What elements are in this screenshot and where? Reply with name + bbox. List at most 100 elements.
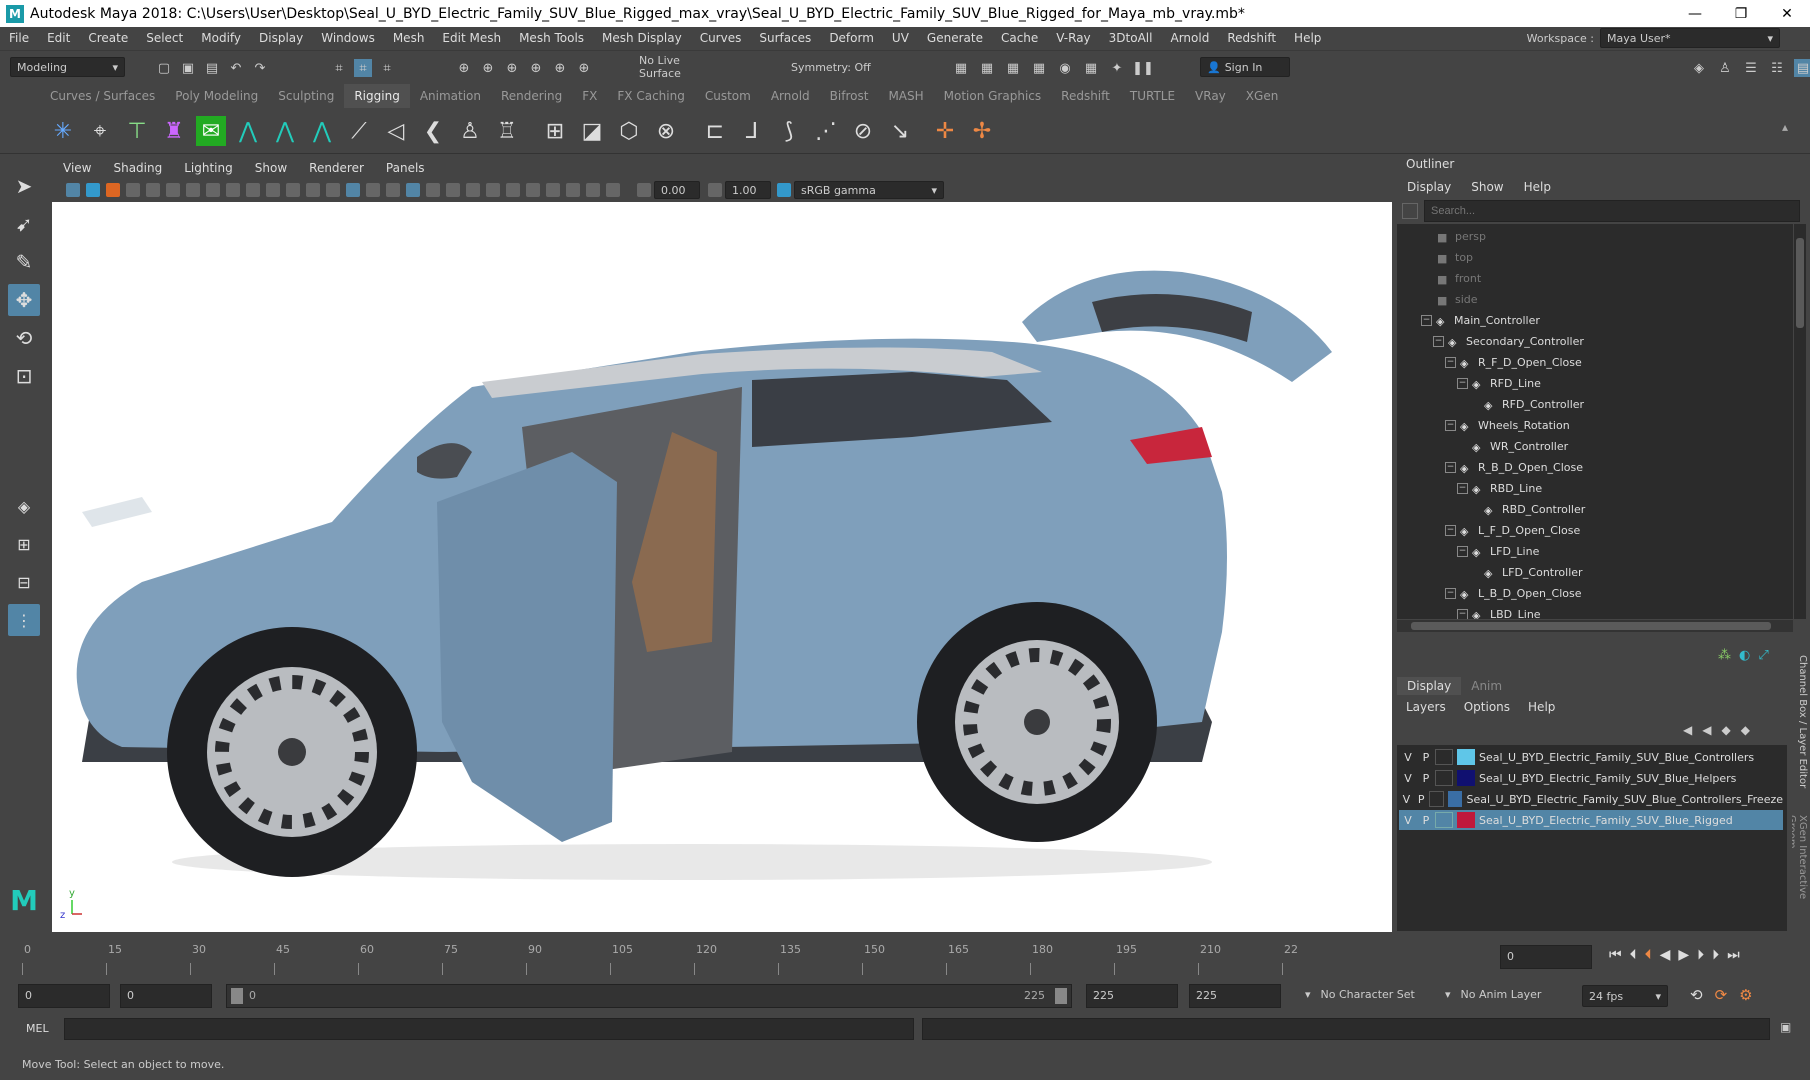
- create-joint-icon[interactable]: ✳: [48, 116, 78, 146]
- outliner-menu-display[interactable]: Display: [1397, 180, 1461, 194]
- image-plane-icon[interactable]: [126, 183, 140, 197]
- ik-handle-icon[interactable]: ⊤: [122, 116, 152, 146]
- menu-edit[interactable]: Edit: [38, 31, 79, 45]
- pin-icon[interactable]: ⤢: [1758, 648, 1768, 663]
- render-setup-icon[interactable]: ▦: [1082, 59, 1100, 77]
- sign-in-button[interactable]: 👤 Sign In: [1200, 57, 1290, 77]
- shelf-tab-fx-caching[interactable]: FX Caching: [607, 89, 694, 103]
- insert-joint-icon[interactable]: ⌖: [85, 116, 115, 146]
- shelf-tab-sculpting[interactable]: Sculpting: [268, 89, 344, 103]
- select-tool-icon[interactable]: ➤: [8, 170, 40, 202]
- outliner-item-rfd-line[interactable]: − ◈ RFD_Line: [1457, 373, 1541, 393]
- select-component-icon[interactable]: ⌗: [378, 59, 396, 77]
- play-backwards-icon[interactable]: ◀: [1660, 947, 1671, 963]
- outliner-item-r-f-d-open-close[interactable]: − ◈ R_F_D_Open_Close: [1445, 352, 1582, 372]
- playback-start-field[interactable]: 0: [120, 984, 212, 1008]
- menu-help[interactable]: Help: [1285, 31, 1330, 45]
- move-layer-up-icon[interactable]: ◀: [1683, 723, 1692, 737]
- new-empty-layer-icon[interactable]: ◆: [1721, 723, 1730, 737]
- playback-end-field[interactable]: 225: [1086, 984, 1178, 1008]
- shelf-tab-curves-surfaces[interactable]: Curves / Surfaces: [40, 89, 165, 103]
- shelf-tab-poly-modeling[interactable]: Poly Modeling: [165, 89, 268, 103]
- outliner-item-l-b-d-open-close[interactable]: − ◈ L_B_D_Open_Close: [1445, 583, 1582, 603]
- vp-menu-shading[interactable]: Shading: [102, 161, 173, 175]
- new-layer-from-selection-icon[interactable]: ◆: [1741, 723, 1750, 737]
- menu-modify[interactable]: Modify: [192, 31, 250, 45]
- connection-editor-icon[interactable]: ◪: [577, 116, 607, 146]
- go-to-end-icon[interactable]: ⏭: [1727, 947, 1740, 963]
- maximize-button[interactable]: ❐: [1718, 0, 1764, 27]
- layer-playback-toggle[interactable]: P: [1414, 793, 1429, 806]
- shelf-scroll-icon[interactable]: ▴: [1777, 112, 1793, 142]
- side-tab-channel-box[interactable]: Channel Box / Layer Editor: [1792, 655, 1808, 795]
- menu-edit-mesh[interactable]: Edit Mesh: [433, 31, 510, 45]
- collapse-icon[interactable]: −: [1445, 419, 1456, 431]
- shelf-tab-rigging[interactable]: Rigging: [344, 84, 410, 108]
- anim-layer-dropdown[interactable]: ▾ No Anim Layer: [1445, 988, 1541, 1001]
- menu-mesh[interactable]: Mesh: [384, 31, 434, 45]
- outliner-item-top[interactable]: ■ top: [1437, 247, 1473, 267]
- mel-label[interactable]: MEL: [26, 1022, 49, 1035]
- outliner-vertical-scrollbar[interactable]: [1794, 224, 1806, 619]
- collapse-icon[interactable]: −: [1445, 524, 1456, 536]
- field-chart-icon[interactable]: [266, 183, 280, 197]
- outliner-item-l-f-d-open-close[interactable]: − ◈ L_F_D_Open_Close: [1445, 520, 1580, 540]
- menu-display[interactable]: Display: [250, 31, 312, 45]
- outliner-search-input[interactable]: [1424, 200, 1800, 222]
- layer-type-box[interactable]: [1435, 812, 1453, 828]
- menu-mesh-display[interactable]: Mesh Display: [593, 31, 691, 45]
- anti-aliasing-icon[interactable]: [506, 183, 520, 197]
- open-scene-icon[interactable]: ▣: [179, 59, 197, 77]
- menu-surfaces[interactable]: Surfaces: [750, 31, 820, 45]
- layer-color-swatch[interactable]: [1457, 812, 1475, 828]
- menu-generate[interactable]: Generate: [918, 31, 992, 45]
- menu-uv[interactable]: UV: [883, 31, 918, 45]
- shelf-tab-arnold[interactable]: Arnold: [761, 89, 820, 103]
- shelf-tab-bifrost[interactable]: Bifrost: [820, 89, 879, 103]
- layer-row[interactable]: V P Seal_U_BYD_Electric_Family_SUV_Blue_…: [1399, 768, 1783, 788]
- vp-menu-view[interactable]: View: [52, 161, 102, 175]
- curve-tool-icon[interactable]: ⊏: [700, 116, 730, 146]
- outliner-item-main-controller[interactable]: − ◈ Main_Controller: [1421, 310, 1540, 330]
- auto-key-icon[interactable]: ⟳: [1715, 986, 1728, 1004]
- point-constraint-icon[interactable]: ◁: [381, 116, 411, 146]
- textured-icon[interactable]: [406, 183, 420, 197]
- close-button[interactable]: ✕: [1764, 0, 1810, 27]
- tool-settings-icon[interactable]: ☷: [1768, 59, 1786, 77]
- pause-icon[interactable]: ❚❚: [1132, 59, 1154, 77]
- step-forward-key-icon[interactable]: ⏵: [1712, 947, 1719, 963]
- collapse-icon[interactable]: −: [1457, 377, 1468, 389]
- start-time-field[interactable]: 0: [18, 984, 110, 1008]
- render-frame-icon[interactable]: ▦: [978, 59, 996, 77]
- loop-icon[interactable]: ⟲: [1690, 986, 1703, 1004]
- time-slider[interactable]: 0 15 30 45 60 75 90 105 120 135 150 165 180 195 210 22: [0, 937, 1495, 977]
- tab-anim[interactable]: Anim: [1461, 677, 1512, 695]
- vp-menu-show[interactable]: Show: [244, 161, 298, 175]
- camera-attributes-icon[interactable]: [86, 183, 100, 197]
- step-forward-frame-icon[interactable]: ⏵: [1697, 947, 1704, 963]
- gate-mask-icon[interactable]: [246, 183, 260, 197]
- locator-icon[interactable]: ✛: [930, 116, 960, 146]
- shelf-tab-vray[interactable]: VRay: [1185, 89, 1236, 103]
- snap-surface-icon[interactable]: ⊕: [551, 59, 569, 77]
- move-layer-down-icon[interactable]: ◀: [1702, 723, 1711, 737]
- save-scene-icon[interactable]: ▤: [203, 59, 221, 77]
- tab-display[interactable]: Display: [1397, 677, 1462, 695]
- live-surface-field[interactable]: No Live Surface: [633, 54, 728, 80]
- collapse-icon[interactable]: −: [1457, 608, 1468, 619]
- vp-menu-lighting[interactable]: Lighting: [173, 161, 244, 175]
- scroll-thumb[interactable]: [1796, 238, 1804, 328]
- xray-active-icon[interactable]: [586, 183, 600, 197]
- color-space-dropdown[interactable]: sRGB gamma ▾: [794, 181, 944, 199]
- play-forwards-icon[interactable]: ▶: [1678, 947, 1689, 963]
- hierarchy-icon[interactable]: ⊞: [540, 116, 570, 146]
- step-back-key-icon[interactable]: ⏴: [1630, 947, 1637, 963]
- paint-select-icon[interactable]: ✎: [8, 246, 40, 278]
- parent-constraint-icon[interactable]: ⟋: [344, 116, 374, 146]
- hypershade-icon[interactable]: ◉: [1056, 59, 1074, 77]
- render-settings-icon[interactable]: ▦: [1030, 59, 1048, 77]
- shelf-tab-xgen[interactable]: XGen: [1236, 89, 1289, 103]
- layer-visibility-toggle[interactable]: V: [1399, 772, 1417, 785]
- grid-icon[interactable]: [186, 183, 200, 197]
- menu-redshift[interactable]: Redshift: [1218, 31, 1285, 45]
